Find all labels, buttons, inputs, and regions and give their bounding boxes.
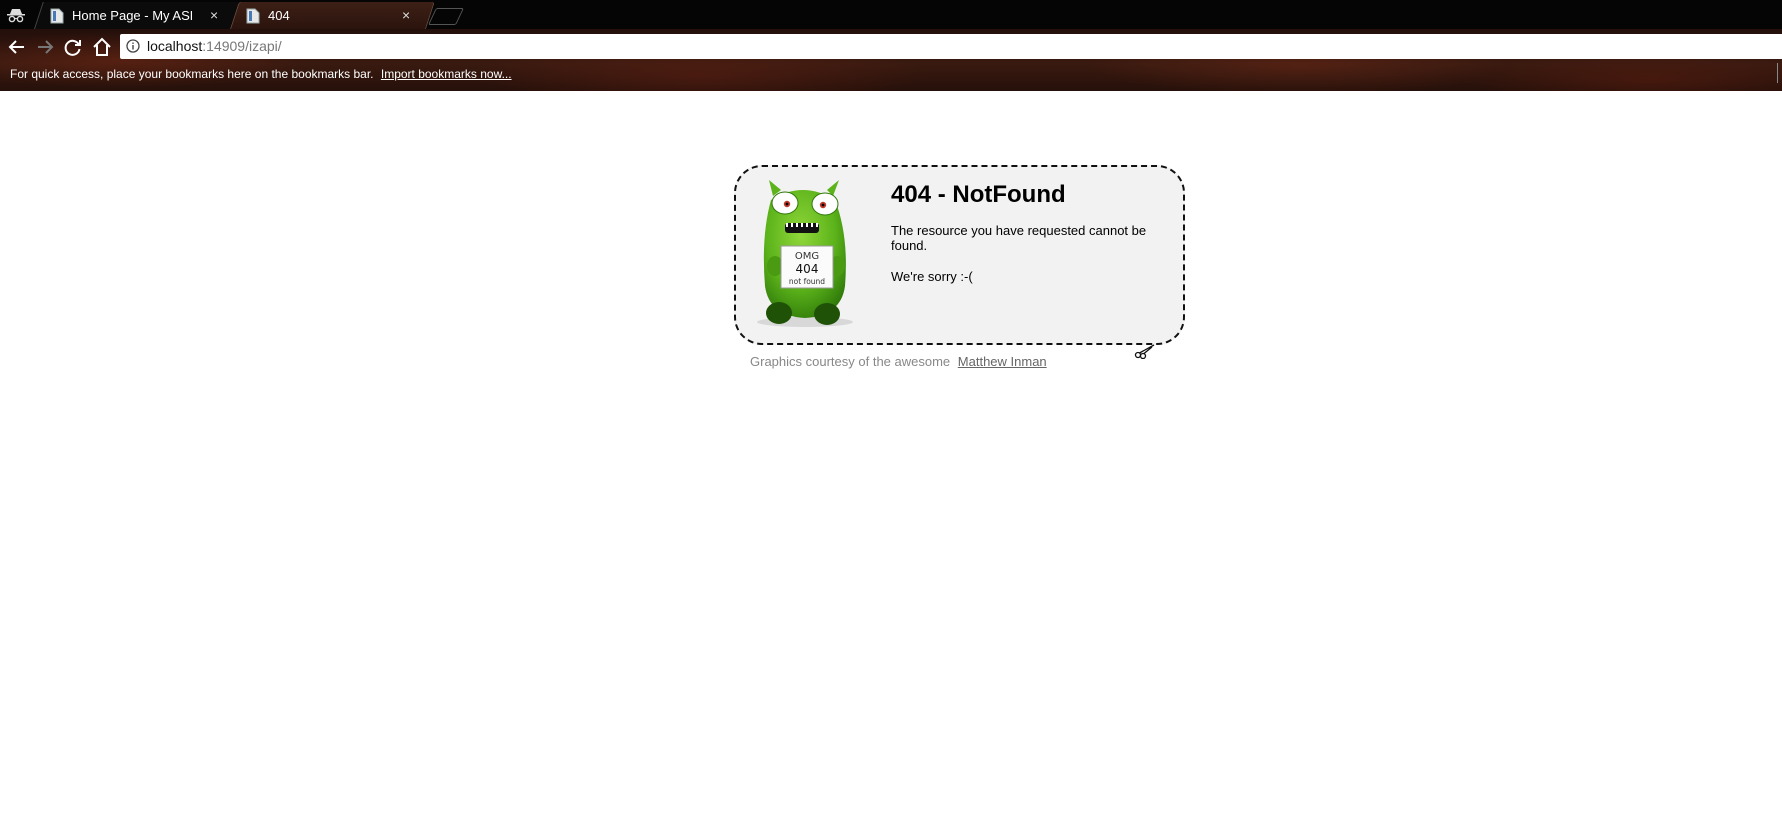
bookmarks-bar: For quick access, place your bookmarks h… bbox=[10, 67, 512, 81]
apology-text: We're sorry :-( bbox=[891, 269, 973, 284]
sign-line-omg: OMG bbox=[795, 251, 819, 262]
tab-404[interactable]: 404 × bbox=[230, 2, 435, 29]
tab-strip: Home Page - My ASP.NE × 404 × bbox=[0, 0, 1782, 29]
sign-line-not-found: not found bbox=[789, 277, 825, 286]
url-host: localhost bbox=[147, 38, 203, 54]
info-icon[interactable] bbox=[126, 39, 140, 53]
import-bookmarks-link[interactable]: Import bookmarks now... bbox=[381, 67, 512, 81]
page-icon bbox=[246, 8, 260, 24]
close-icon[interactable]: × bbox=[402, 7, 410, 23]
credits-line: Graphics courtesy of the awesome Matthew… bbox=[750, 354, 1047, 369]
credits-text: Graphics courtesy of the awesome bbox=[750, 354, 951, 369]
browser-chrome: Home Page - My ASP.NE × 404 × bbox=[0, 0, 1782, 91]
address-bar[interactable]: localhost:14909/izapi/ bbox=[120, 34, 1782, 59]
bookmarks-divider bbox=[1777, 63, 1778, 83]
incognito-icon bbox=[7, 9, 25, 23]
tab-title: Home Page - My ASP.NE bbox=[72, 8, 192, 23]
close-icon[interactable]: × bbox=[210, 7, 218, 23]
credits-link[interactable]: Matthew Inman bbox=[958, 354, 1047, 369]
sign-line-404: 404 bbox=[796, 262, 819, 276]
forward-icon[interactable] bbox=[34, 36, 56, 58]
page-title: 404 - NotFound bbox=[891, 181, 1066, 208]
page-icon bbox=[50, 8, 64, 24]
new-tab-button[interactable] bbox=[428, 8, 464, 25]
error-message: The resource you have requested cannot b… bbox=[891, 223, 1147, 253]
url-text[interactable]: localhost:14909/izapi/ bbox=[147, 38, 282, 54]
monster-illustration: OMG 404 not found bbox=[757, 180, 853, 327]
reload-icon[interactable] bbox=[62, 36, 84, 58]
url-path: :14909/izapi/ bbox=[202, 38, 282, 54]
home-icon[interactable] bbox=[91, 36, 113, 58]
bookmarks-bar-message: For quick access, place your bookmarks h… bbox=[10, 67, 374, 81]
tab-title: 404 bbox=[268, 8, 290, 23]
error-panel: OMG 404 not found 404 - NotFound The res… bbox=[734, 165, 1185, 345]
back-icon[interactable] bbox=[6, 36, 28, 58]
scissors-icon bbox=[1134, 344, 1155, 359]
tab-home-page[interactable]: Home Page - My ASP.NE × bbox=[34, 2, 241, 29]
